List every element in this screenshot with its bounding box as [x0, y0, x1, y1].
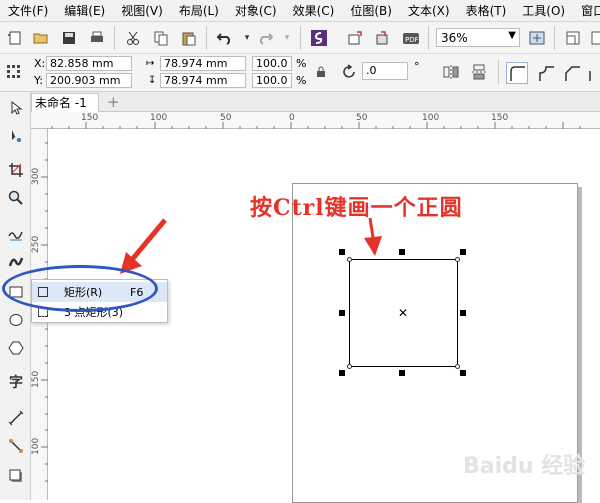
highlight-ellipse: [2, 265, 158, 312]
annotation-arrows: [120, 217, 382, 274]
watermark: Baidu 经验: [463, 454, 586, 479]
